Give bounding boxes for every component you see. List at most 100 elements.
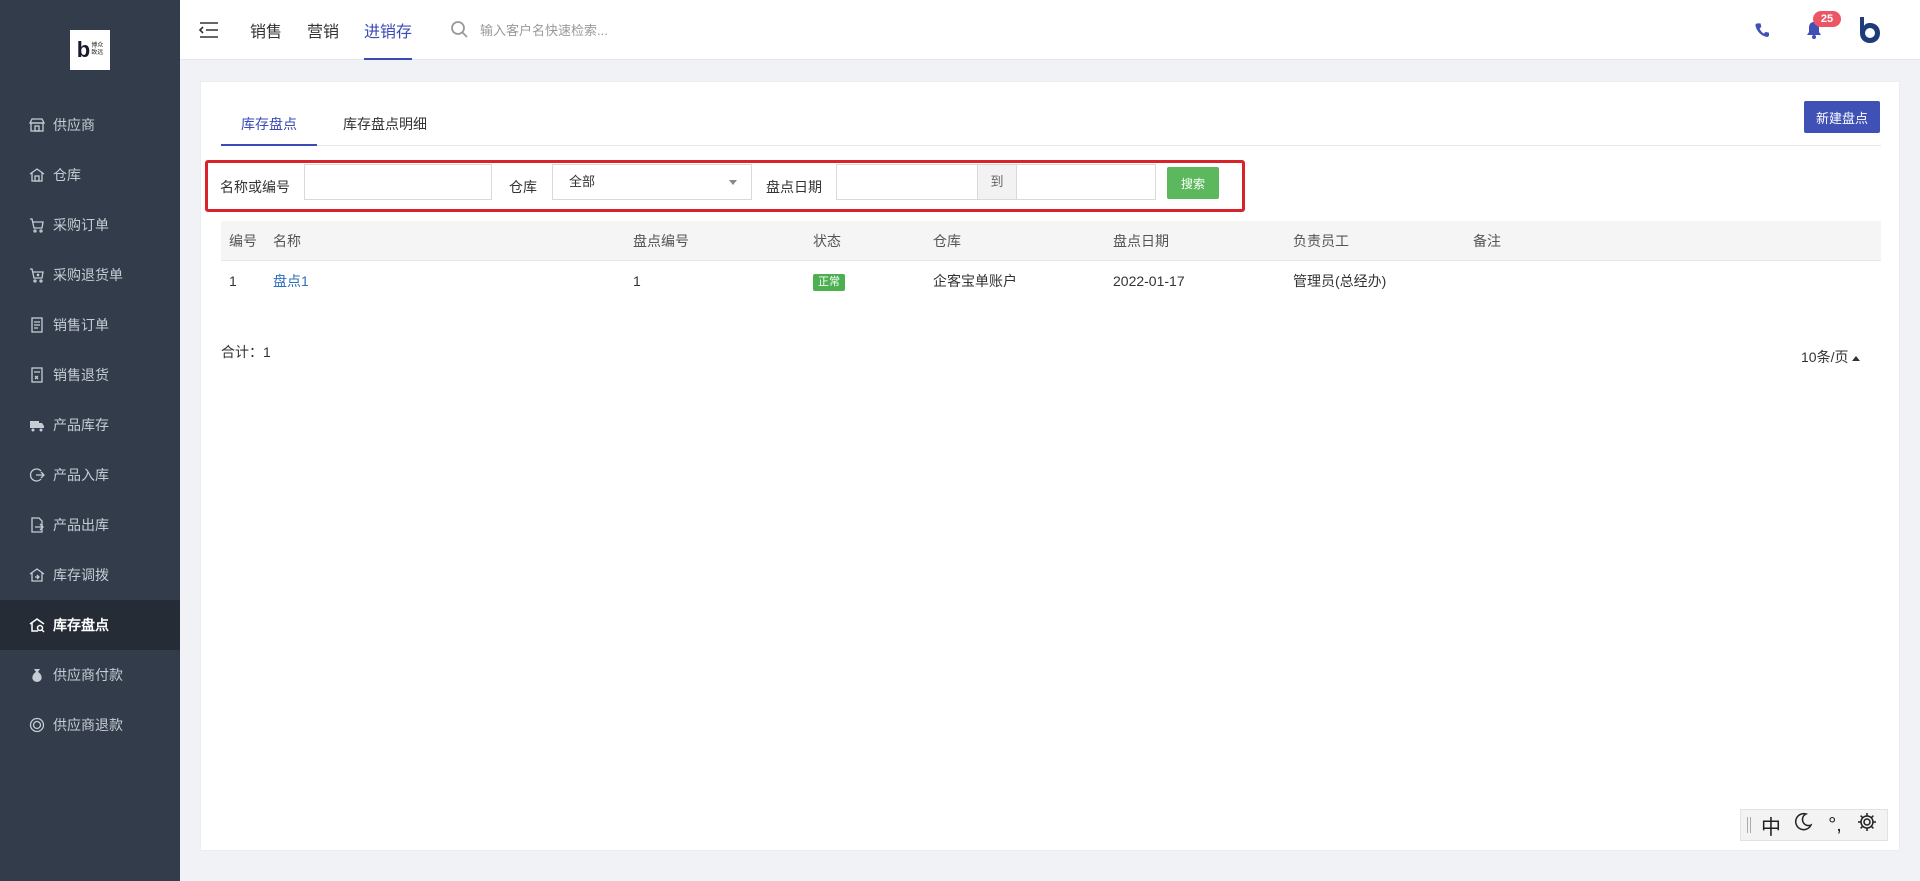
table-header: 编号 名称 盘点编号 状态 仓库 盘点日期 负责员工 备注 xyxy=(221,221,1881,261)
sidebar-nav: 供应商 仓库 采购订单 采购退货单 销售订单 销售退货 产品库存 产品入库 产品… xyxy=(0,100,180,750)
sidebar-item-label: 供应商 xyxy=(53,117,95,133)
transfer-icon xyxy=(28,566,46,584)
tab-inventory[interactable]: 进销存 xyxy=(364,18,413,60)
sidebar-item-stock-in[interactable]: 产品入库 xyxy=(0,450,180,500)
column-header: 备注 xyxy=(1473,233,1501,249)
sidebar-item-supplier-refund[interactable]: 供应商退款 xyxy=(0,700,180,750)
date-from-input[interactable] xyxy=(836,164,978,200)
sidebar-item-label: 供应商付款 xyxy=(53,667,123,683)
sidebar: b 博众 致远 供应商 仓库 采购订单 采购退货单 销售订单 销售退货 产品库存… xyxy=(0,0,180,881)
money-bag-icon xyxy=(28,666,46,684)
new-inventory-check-button[interactable]: 新建盘点 xyxy=(1804,101,1880,133)
search-button[interactable]: 搜索 xyxy=(1167,167,1219,199)
stock-in-icon xyxy=(28,466,46,484)
sidebar-item-product-stock[interactable]: 产品库存 xyxy=(0,400,180,450)
ime-language-toggle[interactable]: 中 xyxy=(1759,811,1783,840)
customer-search-input[interactable] xyxy=(480,18,740,42)
sidebar-item-sales-return[interactable]: 销售退货 xyxy=(0,350,180,400)
filter-bar: 名称或编号 仓库 全部 盘点日期 到 搜索 xyxy=(205,160,1245,212)
logo-text-2: 致远 xyxy=(91,50,104,56)
refund-icon xyxy=(28,716,46,734)
sidebar-item-stock-out[interactable]: 产品出库 xyxy=(0,500,180,550)
row-name-link[interactable]: 盘点1 xyxy=(273,273,309,289)
logo-text-1: 博众 xyxy=(91,43,104,49)
sidebar-item-purchase-return[interactable]: 采购退货单 xyxy=(0,250,180,300)
sidebar-item-label: 产品库存 xyxy=(53,417,109,433)
ime-punctuation-toggle[interactable]: °, xyxy=(1823,814,1847,837)
sidebar-item-inventory-check[interactable]: 库存盘点 xyxy=(0,600,180,650)
tab-marketing[interactable]: 营销 xyxy=(307,18,339,60)
sidebar-item-label: 库存调拨 xyxy=(53,567,109,583)
table-row: 1 盘点1 1 正常 企客宝单账户 2022-01-17 管理员(总经办) xyxy=(221,261,1881,301)
row-date: 2022-01-17 xyxy=(1113,273,1185,289)
date-filter-label: 盘点日期 xyxy=(766,179,822,195)
column-header: 盘点编号 xyxy=(633,233,689,249)
inventory-check-icon xyxy=(28,616,46,634)
sidebar-item-sales-order[interactable]: 销售订单 xyxy=(0,300,180,350)
company-logo[interactable]: b 博众 致远 xyxy=(70,30,110,70)
caret-up-icon xyxy=(1852,355,1861,361)
tab-inventory-check[interactable]: 库存盘点 xyxy=(221,106,317,146)
page-size-value: 10条/页 xyxy=(1801,349,1849,365)
column-header: 名称 xyxy=(273,233,301,249)
warehouse-icon xyxy=(28,166,46,184)
date-to-input[interactable] xyxy=(1016,164,1156,200)
sidebar-item-label: 销售退货 xyxy=(53,367,109,383)
search-icon[interactable] xyxy=(450,20,470,40)
sidebar-item-warehouse[interactable]: 仓库 xyxy=(0,150,180,200)
total-count: 合计：1 xyxy=(221,344,271,360)
menu-collapse-icon[interactable] xyxy=(198,20,220,40)
moon-icon[interactable] xyxy=(1791,812,1815,838)
tab-inventory-check-detail[interactable]: 库存盘点明细 xyxy=(337,106,433,146)
sidebar-item-label: 采购订单 xyxy=(53,217,109,233)
sidebar-item-label: 库存盘点 xyxy=(53,617,109,633)
row-warehouse: 企客宝单账户 xyxy=(933,273,1017,289)
sidebar-item-supplier[interactable]: 供应商 xyxy=(0,100,180,150)
name-filter-input[interactable] xyxy=(304,164,492,200)
sidebar-item-label: 供应商退款 xyxy=(53,717,123,733)
notification-badge: 25 xyxy=(1813,11,1841,27)
tab-sales[interactable]: 销售 xyxy=(250,18,282,60)
cart-return-icon xyxy=(28,266,46,284)
row-check-code: 1 xyxy=(633,273,641,289)
column-header: 盘点日期 xyxy=(1113,233,1169,249)
name-filter-label: 名称或编号 xyxy=(220,179,290,195)
page-size-select[interactable]: 10条/页 xyxy=(1801,347,1861,367)
row-staff: 管理员(总经办) xyxy=(1293,273,1387,289)
drag-handle[interactable] xyxy=(1747,817,1751,833)
document-icon xyxy=(28,316,46,334)
sidebar-item-label: 产品入库 xyxy=(53,467,109,483)
sidebar-item-label: 采购退货单 xyxy=(53,267,123,283)
sidebar-item-label: 销售订单 xyxy=(53,317,109,333)
stock-out-icon xyxy=(28,516,46,534)
cart-icon xyxy=(28,216,46,234)
sidebar-item-stock-transfer[interactable]: 库存调拨 xyxy=(0,550,180,600)
date-range-separator: 到 xyxy=(977,164,1017,200)
column-header: 状态 xyxy=(813,233,841,249)
phone-icon[interactable] xyxy=(1752,20,1772,40)
warehouse-select[interactable]: 全部 xyxy=(552,164,752,200)
column-header: 负责员工 xyxy=(1293,233,1349,249)
top-header: 销售 营销 进销存 25 xyxy=(180,0,1920,60)
sidebar-item-label: 仓库 xyxy=(53,167,81,183)
user-avatar[interactable] xyxy=(1854,14,1886,46)
warehouse-select-value: 全部 xyxy=(569,174,596,189)
logo-mark: b xyxy=(76,37,91,62)
main-card: 库存盘点 库存盘点明细 新建盘点 名称或编号 仓库 全部 盘点日期 到 搜索 编… xyxy=(200,81,1900,851)
sidebar-item-label: 产品出库 xyxy=(53,517,109,533)
sidebar-item-purchase-order[interactable]: 采购订单 xyxy=(0,200,180,250)
truck-icon xyxy=(28,416,46,434)
inventory-check-table: 编号 名称 盘点编号 状态 仓库 盘点日期 负责员工 备注 1 盘点1 1 正常… xyxy=(221,221,1881,301)
sidebar-item-supplier-payment[interactable]: 供应商付款 xyxy=(0,650,180,700)
store-icon xyxy=(28,116,46,134)
gear-icon[interactable] xyxy=(1855,812,1879,838)
document-return-icon xyxy=(28,366,46,384)
content-tabs: 库存盘点 库存盘点明细 xyxy=(221,106,1881,146)
row-id: 1 xyxy=(229,273,237,289)
column-header: 编号 xyxy=(229,233,257,249)
ime-toolbar: 中 °, xyxy=(1740,809,1888,841)
status-badge: 正常 xyxy=(813,273,845,291)
column-header: 仓库 xyxy=(933,233,961,249)
warehouse-filter-label: 仓库 xyxy=(509,179,537,195)
chevron-down-icon xyxy=(729,180,737,185)
